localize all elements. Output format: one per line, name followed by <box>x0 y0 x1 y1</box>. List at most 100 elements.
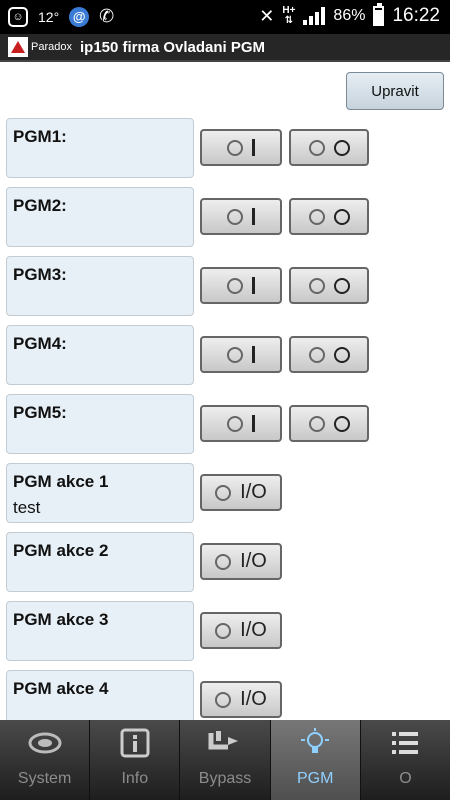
status-bar: ☺ 12° @ ✆ ✕ H+ ⇅ 86% 16:22 <box>0 0 450 34</box>
on-bar-icon <box>252 415 255 432</box>
nav-item-o[interactable]: O <box>361 720 450 800</box>
nav-label-pgm: PGM <box>296 770 334 787</box>
pgm-row: PGM akce 2 I/O <box>6 532 444 592</box>
pgm-label-box: PGM akce 2 <box>6 532 194 592</box>
pgm-off-button[interactable] <box>289 405 369 442</box>
pgm-off-button[interactable] <box>289 129 369 166</box>
pgm-label-box: PGM3: <box>6 256 194 316</box>
circle-icon <box>215 622 232 639</box>
pgm-off-button[interactable] <box>289 267 369 304</box>
circle-icon <box>308 139 325 156</box>
nav-label-bypass: Bypass <box>198 770 252 787</box>
clock-time: 16:22 <box>392 5 440 26</box>
circle-icon <box>227 415 243 432</box>
pgm-on-button[interactable] <box>200 336 282 373</box>
app-title-bar: Paradox ip150 firma Ovladani PGM <box>0 34 450 62</box>
io-label: I/O <box>240 481 267 503</box>
circle-icon <box>308 415 325 432</box>
circle-icon <box>227 277 243 294</box>
io-label: I/O <box>240 550 267 572</box>
notification-app-icon: ☺ <box>8 6 28 27</box>
pgm-on-button[interactable] <box>200 267 282 304</box>
pgm-label: PGM2: <box>13 196 67 215</box>
bottom-navigation: System Info Bypass PGM O <box>0 720 450 800</box>
nav-label-o: O <box>399 770 412 787</box>
pgm-row: PGM2: <box>6 187 444 247</box>
pgm-row: PGM4: <box>6 325 444 385</box>
circle-icon <box>227 208 243 225</box>
circle-icon <box>215 553 232 570</box>
pgm-on-button[interactable] <box>200 198 282 235</box>
signal-strength-icon <box>303 7 326 25</box>
info-icon <box>118 728 152 758</box>
pgm-on-button[interactable] <box>200 405 282 442</box>
pgm-label-box: PGM4: <box>6 325 194 385</box>
phone-call-icon: ✆ <box>99 6 115 26</box>
pgm-label: PGM4: <box>13 334 67 353</box>
battery-icon <box>373 3 385 26</box>
system-icon <box>28 728 62 758</box>
pgm-label: PGM akce 1 <box>13 472 109 491</box>
pgm-io-button[interactable]: I/O <box>200 474 282 511</box>
bulb-icon <box>298 728 332 758</box>
pgm-off-button[interactable] <box>289 198 369 235</box>
circle-icon <box>227 346 243 363</box>
pgm-row: PGM3: <box>6 256 444 316</box>
nav-label-system: System <box>17 770 72 787</box>
io-label: I/O <box>240 619 267 641</box>
nav-item-pgm[interactable]: PGM <box>270 720 361 800</box>
battery-percent: 86% <box>333 7 366 24</box>
pgm-label: PGM3: <box>13 265 67 284</box>
nav-item-system[interactable]: System <box>0 720 91 800</box>
logo-text: Paradox <box>31 41 72 53</box>
off-circle-icon <box>333 277 350 294</box>
pgm-label-box: PGM5: <box>6 394 194 454</box>
pgm-row: PGM1: <box>6 118 444 178</box>
pgm-label: PGM akce 2 <box>13 541 109 560</box>
network-type-indicator: H+ ⇅ <box>282 5 296 26</box>
nav-item-bypass[interactable]: Bypass <box>180 720 271 800</box>
on-bar-icon <box>252 139 255 156</box>
on-bar-icon <box>252 277 255 294</box>
temperature-text: 12° <box>38 8 60 25</box>
circle-icon <box>215 691 232 708</box>
pgm-label-box: PGM akce 3 <box>6 601 194 661</box>
pgm-io-button[interactable]: I/O <box>200 681 282 718</box>
list-icon <box>388 728 422 758</box>
nav-label-info: Info <box>121 770 149 787</box>
pgm-io-button[interactable]: I/O <box>200 543 282 580</box>
pgm-sublabel: test <box>13 498 41 517</box>
pgm-row: PGM akce 1 test I/O <box>6 463 444 523</box>
paradox-logo-icon <box>8 37 28 57</box>
pgm-on-button[interactable] <box>200 129 282 166</box>
on-bar-icon <box>252 208 255 225</box>
circle-icon <box>308 277 325 294</box>
mute-icon: ✕ <box>259 5 275 26</box>
pgm-label: PGM1: <box>13 127 67 146</box>
off-circle-icon <box>333 415 350 432</box>
pgm-io-button[interactable]: I/O <box>200 612 282 649</box>
pgm-label: PGM akce 4 <box>13 679 109 698</box>
pgm-off-button[interactable] <box>289 336 369 373</box>
off-circle-icon <box>333 346 350 363</box>
page-title: ip150 firma Ovladani PGM <box>79 38 266 56</box>
pgm-row: PGM akce 3 I/O <box>6 601 444 661</box>
bypass-icon <box>208 728 242 758</box>
nav-item-info[interactable]: Info <box>90 720 181 800</box>
pgm-label-box: PGM akce 1 test <box>6 463 194 523</box>
off-circle-icon <box>333 208 350 225</box>
at-sign-icon: @ <box>69 6 90 27</box>
off-circle-icon <box>333 139 350 156</box>
edit-button[interactable]: Upravit <box>346 72 444 110</box>
io-label: I/O <box>240 688 267 710</box>
pgm-label-box: PGM1: <box>6 118 194 178</box>
circle-icon <box>227 139 243 156</box>
pgm-label: PGM akce 3 <box>13 610 109 629</box>
pgm-row: PGM5: <box>6 394 444 454</box>
circle-icon <box>308 346 325 363</box>
circle-icon <box>308 208 325 225</box>
on-bar-icon <box>252 346 255 363</box>
pgm-label: PGM5: <box>13 403 67 422</box>
circle-icon <box>215 484 232 501</box>
pgm-label-box: PGM2: <box>6 187 194 247</box>
